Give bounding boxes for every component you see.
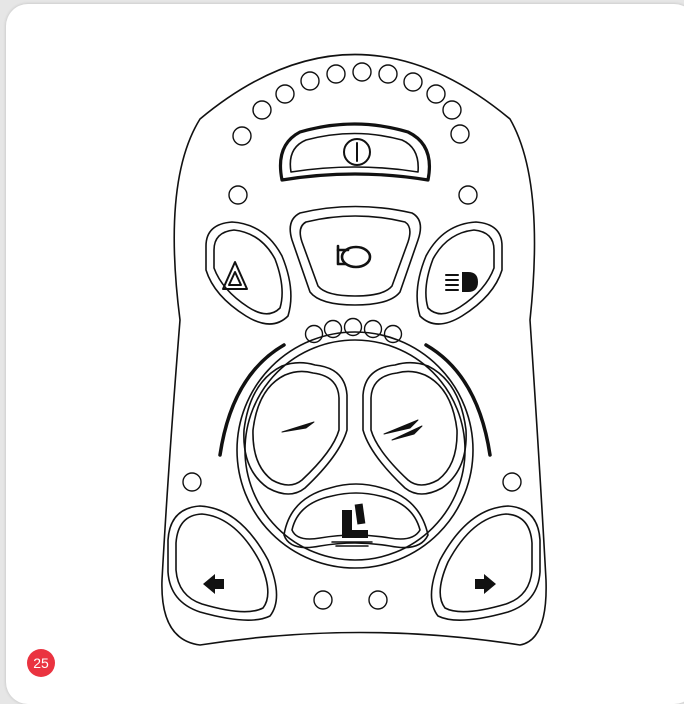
speed-ring-inner (244, 339, 466, 561)
speed-increase-button[interactable] (362, 361, 467, 495)
lights-led (458, 185, 478, 205)
figure-number-badge: 25 (27, 649, 55, 677)
battery-led (450, 124, 470, 144)
right-arrow-icon (475, 574, 496, 594)
battery-led (300, 71, 320, 91)
lights-button[interactable] (416, 221, 503, 325)
left-arrow-button[interactable] (167, 505, 278, 621)
battery-led (252, 100, 272, 120)
hazard-warning-icon (222, 261, 248, 290)
headlight-icon (445, 272, 478, 292)
power-button[interactable] (278, 122, 431, 182)
battery-led (232, 126, 252, 146)
panel-housing (161, 53, 547, 646)
speed-level-leds (304, 317, 403, 344)
horn-button[interactable] (289, 205, 422, 306)
battery-led (426, 84, 446, 104)
power-icon (343, 138, 371, 166)
speed-decrease-icon (281, 421, 315, 433)
hazard-button[interactable] (205, 221, 292, 325)
seat-actuator-icon (331, 503, 373, 547)
speed-decrease-button[interactable] (243, 361, 348, 495)
horn-icon (336, 244, 372, 269)
seat-button[interactable] (283, 483, 429, 549)
actuator-led (313, 590, 333, 610)
battery-led (275, 84, 295, 104)
left-arrow-icon (203, 574, 224, 594)
hazard-led (228, 185, 248, 205)
actuator-led (368, 590, 388, 610)
control-panel-diagram (161, 53, 547, 646)
left-side-led (182, 472, 202, 492)
right-side-led (502, 472, 522, 492)
battery-led (442, 100, 462, 120)
battery-led (378, 64, 398, 84)
battery-led (326, 64, 346, 84)
speed-increase-icon (383, 419, 423, 441)
battery-led (352, 62, 372, 82)
battery-led (403, 72, 423, 92)
